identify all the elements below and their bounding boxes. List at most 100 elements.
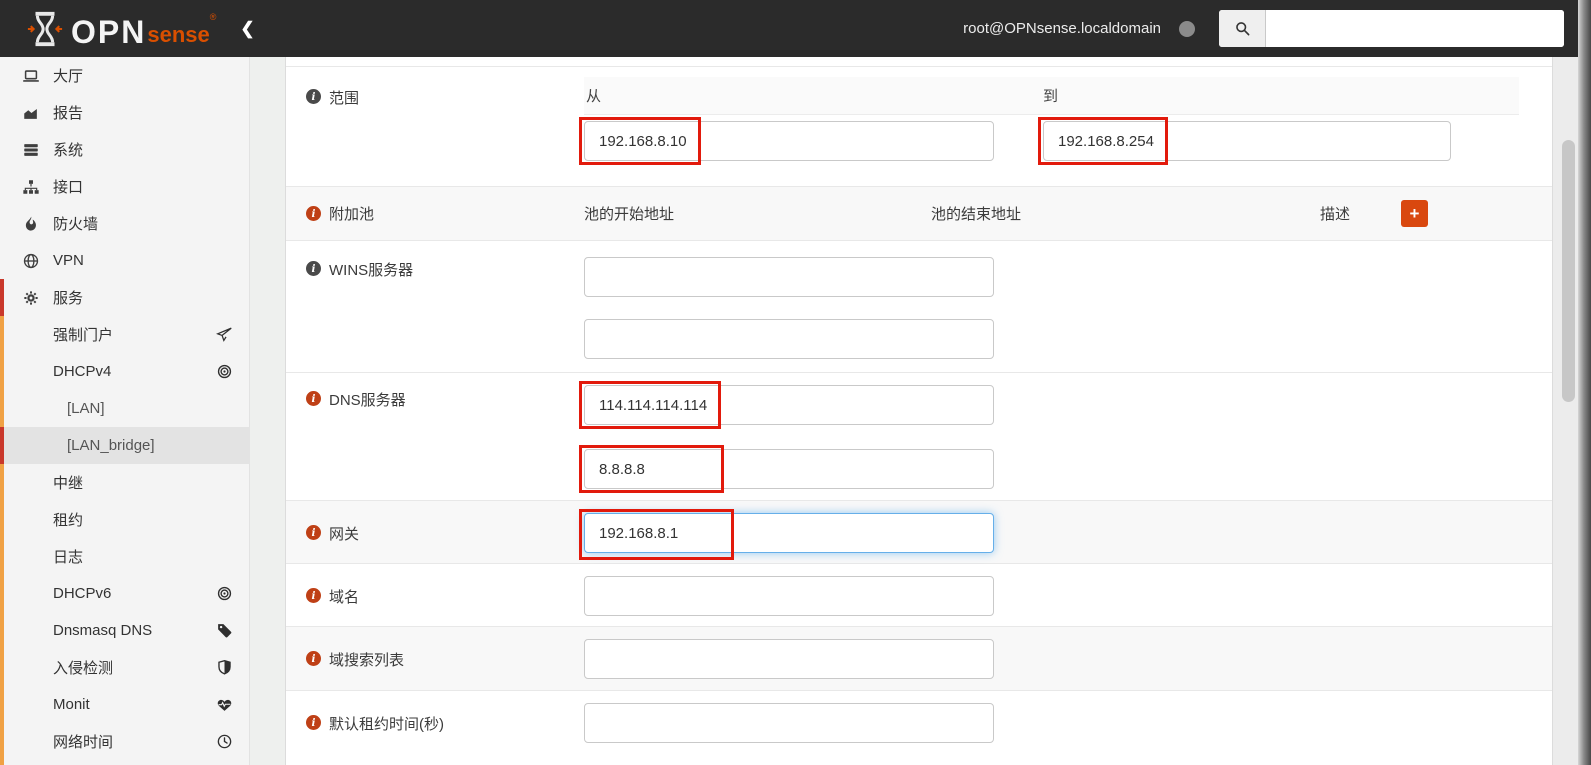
opnsense-logo[interactable]: OPN sense ®	[26, 10, 216, 48]
wins-server-1-input[interactable]	[584, 257, 994, 297]
brand-registered-mark: ®	[209, 11, 217, 22]
sidebar-item-dnsmasq[interactable]: Dnsmasq DNS	[0, 612, 250, 649]
clock-icon	[216, 733, 233, 750]
shield-icon	[216, 659, 233, 676]
dns-server-1-input[interactable]	[584, 385, 994, 425]
globe-icon	[22, 252, 53, 270]
sidebar-collapse-icon[interactable]: ❮	[240, 19, 254, 39]
add-pool-button[interactable]: +	[1401, 200, 1428, 227]
pool-end-header: 池的结束地址	[931, 206, 1022, 223]
section-strip	[0, 316, 4, 353]
global-search	[1219, 10, 1564, 47]
info-icon[interactable]: i	[306, 206, 321, 221]
sidebar-item-opendns[interactable]: OpenDNS	[0, 760, 250, 765]
sidebar-item-firewall[interactable]: 防火墙	[0, 205, 250, 242]
field-label: 默认租约时间(秒)	[329, 716, 444, 733]
active-item-strip	[0, 427, 4, 464]
info-icon[interactable]: i	[306, 391, 321, 406]
field-label: DNS服务器	[329, 392, 406, 409]
form-row-dns-servers: i DNS服务器	[286, 373, 1552, 501]
laptop-icon	[22, 67, 53, 85]
form-row-additional-pools: i 附加池 池的开始地址 池的结束地址 描述 +	[286, 187, 1552, 241]
scrollbar-thumb[interactable]	[1562, 140, 1575, 402]
heartbeat-icon	[216, 696, 233, 713]
field-label: 域搜索列表	[329, 652, 405, 669]
dns-server-2-input[interactable]	[584, 449, 994, 489]
info-icon[interactable]: i	[306, 651, 321, 666]
sidebar-nav: 大厅 报告 系统 接口 防火墙 VPN 服务 强制门户 DHCPv4 [LAN]…	[0, 57, 250, 765]
paper-plane-icon	[216, 326, 233, 343]
sidebar-item-monit[interactable]: Monit	[0, 686, 250, 723]
range-from-header: 从	[586, 88, 602, 105]
section-strip	[0, 649, 4, 686]
status-dot	[1179, 20, 1195, 37]
gear-icon	[22, 289, 53, 307]
pool-start-header: 池的开始地址	[584, 206, 675, 223]
sidebar-item-lobby[interactable]: 大厅	[0, 57, 250, 94]
section-strip	[0, 501, 4, 538]
sidebar-item-lan-bridge[interactable]: [LAN_bridge]	[0, 427, 250, 464]
info-icon[interactable]: i	[306, 261, 321, 276]
search-input[interactable]	[1266, 10, 1564, 47]
active-section-strip	[0, 279, 4, 316]
info-icon[interactable]: i	[306, 715, 321, 730]
sidebar-item-intrusion-detection[interactable]: 入侵检测	[0, 649, 250, 686]
scrolled-row-remnant	[286, 57, 1552, 67]
domain-name-input[interactable]	[584, 576, 994, 616]
gateway-input[interactable]	[584, 513, 994, 553]
sidebar-item-captive-portal[interactable]: 强制门户	[0, 316, 250, 353]
field-label: 域名	[329, 589, 360, 606]
field-label: 网关	[329, 526, 360, 543]
search-icon	[1219, 10, 1266, 47]
sidebar-item-interfaces[interactable]: 接口	[0, 168, 250, 205]
sidebar-item-log[interactable]: 日志	[0, 538, 250, 575]
section-strip	[0, 464, 4, 501]
info-icon[interactable]: i	[306, 588, 321, 603]
main-content: i 范围 从 到 192.168.8.10 192.168.8.254 i 附加…	[285, 57, 1553, 765]
range-to-input[interactable]	[1043, 121, 1451, 161]
section-strip	[0, 575, 4, 612]
brand-opn: OPN	[71, 13, 147, 50]
section-strip	[0, 612, 4, 649]
sidebar-item-relay[interactable]: 中继	[0, 464, 250, 501]
default-lease-time-input[interactable]	[584, 703, 994, 743]
area-chart-icon	[22, 104, 53, 122]
bullseye-icon	[216, 585, 233, 602]
hourglass-logo-icon	[26, 10, 64, 48]
sidebar-item-dhcpv6[interactable]: DHCPv6	[0, 575, 250, 612]
sidebar-item-services[interactable]: 服务	[0, 279, 250, 316]
top-header: OPN sense ® ❮ root@OPNsense.localdomain	[0, 0, 1578, 57]
section-strip	[0, 723, 4, 760]
info-icon[interactable]: i	[306, 89, 321, 104]
sidebar-item-vpn[interactable]: VPN	[0, 242, 250, 279]
range-from-input[interactable]	[584, 121, 994, 161]
window-right-edge	[1578, 0, 1591, 765]
fire-icon	[22, 215, 53, 233]
range-to-header: 到	[1043, 88, 1059, 105]
section-strip	[0, 353, 4, 390]
sitemap-icon	[22, 178, 53, 196]
wins-server-2-input[interactable]	[584, 319, 994, 359]
form-row-gateway: i 网关	[286, 501, 1552, 564]
pool-desc-header: 描述	[1319, 206, 1350, 223]
domain-search-list-input[interactable]	[584, 639, 994, 679]
section-strip	[0, 760, 4, 765]
section-strip	[0, 390, 4, 427]
sidebar-item-leases[interactable]: 租约	[0, 501, 250, 538]
opnsense-app: OPN sense ® ❮ root@OPNsense.localdomain …	[0, 0, 1591, 765]
section-strip	[0, 538, 4, 575]
form-row-default-lease-time: i 默认租约时间(秒)	[286, 691, 1552, 765]
sidebar-item-reporting[interactable]: 报告	[0, 94, 250, 131]
range-column-headers: 从 到	[584, 77, 1519, 115]
info-icon[interactable]: i	[306, 525, 321, 540]
field-label: 范围	[329, 90, 360, 107]
field-label: WINS服务器	[329, 262, 414, 279]
form-row-wins-servers: i WINS服务器	[286, 241, 1552, 373]
sidebar-item-system[interactable]: 系统	[0, 131, 250, 168]
sidebar-item-network-time[interactable]: 网络时间	[0, 723, 250, 760]
server-icon	[22, 141, 53, 159]
sidebar-item-dhcpv4[interactable]: DHCPv4	[0, 353, 250, 390]
sidebar-item-lan[interactable]: [LAN]	[0, 390, 250, 427]
form-row-range: i 范围 从 到	[286, 67, 1552, 187]
bullseye-icon	[216, 363, 233, 380]
